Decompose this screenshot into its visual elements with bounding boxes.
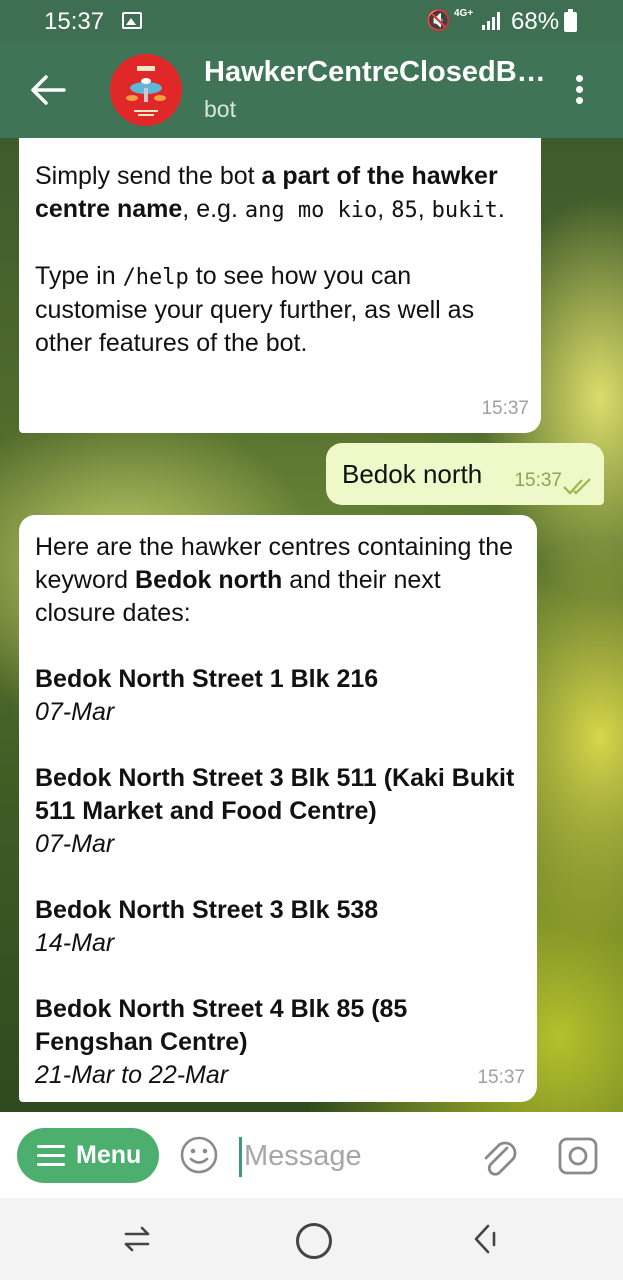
message-input-bar: Menu (0, 1112, 623, 1198)
text-span: , (377, 195, 392, 223)
code-example: bukit (431, 198, 498, 223)
chat-subtitle: bot (204, 96, 236, 122)
bot-menu-button[interactable]: Menu (17, 1128, 159, 1183)
recent-apps-icon[interactable] (120, 1222, 154, 1256)
hawker-centre-name: Bedok North Street 4 Blk 85 (85 Fengshan… (35, 995, 408, 1056)
text-cursor (239, 1137, 242, 1177)
message-input[interactable] (244, 1134, 464, 1178)
status-bar: 15:37 🔇 4G+ 68% (0, 0, 623, 42)
result-item: Bedok North Street 1 Blk 216 07-Mar (35, 663, 519, 729)
result-item: Bedok North Street 3 Blk 538 14-Mar (35, 894, 519, 960)
menu-button-label: Menu (76, 1141, 142, 1169)
message-text: Bedok north (342, 459, 483, 489)
code-example: 85 (391, 198, 418, 223)
closure-dates: 21-Mar to 22-Mar (35, 1061, 229, 1089)
home-icon[interactable] (296, 1223, 332, 1259)
chat-title[interactable]: HawkerCentreClosedB… (204, 56, 544, 89)
text-span: Simply send the bot (35, 162, 262, 190)
message-time: 15:37 (514, 470, 562, 491)
system-nav-bar (0, 1198, 623, 1280)
battery-level: 68% (511, 8, 560, 35)
hawker-centre-logo-icon (110, 54, 182, 126)
hawker-centre-name: Bedok North Street 3 Blk 511 (Kaki Bukit… (35, 764, 515, 825)
attach-icon[interactable] (477, 1134, 519, 1178)
network-type: 4G+ (454, 8, 474, 19)
closure-dates: 07-Mar (35, 830, 115, 858)
hamburger-icon (37, 1145, 65, 1167)
text-span: . (497, 195, 505, 223)
message-paragraph: Here are the hawker centres containing t… (35, 531, 519, 630)
incoming-message[interactable]: Here are the hawker centres containing t… (19, 515, 537, 1102)
code-example: ang mo kio (244, 198, 378, 223)
closure-dates: 14-Mar (35, 929, 115, 957)
bot-avatar[interactable] (110, 54, 182, 126)
camera-icon[interactable] (557, 1136, 599, 1176)
keyword-text: Bedok north (135, 566, 283, 594)
message-time: 15:37 (477, 1067, 525, 1088)
hawker-centre-name: Bedok North Street 3 Blk 538 (35, 896, 379, 924)
message-paragraph: Type in /help to see how you can customi… (35, 260, 523, 360)
text-span: , (417, 195, 432, 223)
message-paragraph: Simply send the bot a part of the hawker… (35, 160, 523, 227)
more-options-icon[interactable] (570, 72, 590, 108)
chat-header: HawkerCentreClosedB… bot (0, 42, 623, 138)
message-time: 15:37 (481, 398, 529, 419)
emoji-icon[interactable] (180, 1136, 218, 1174)
battery-icon (564, 9, 577, 32)
result-item: Bedok North Street 4 Blk 85 (85 Fengshan… (35, 993, 519, 1092)
outgoing-message[interactable]: Bedok north 15:37 (326, 443, 604, 505)
back-arrow-icon[interactable] (28, 72, 68, 108)
gallery-notification-icon (122, 12, 142, 29)
text-span: , e.g. (182, 195, 245, 223)
signal-icon (482, 12, 504, 30)
nav-back-icon[interactable] (470, 1222, 498, 1256)
closure-dates: 07-Mar (35, 698, 115, 726)
text-span: Type in (35, 262, 123, 290)
read-checkmarks-icon (563, 478, 591, 495)
hawker-centre-name: Bedok North Street 1 Blk 216 (35, 665, 379, 693)
chat-area[interactable]: Simply send the bot a part of the hawker… (0, 138, 623, 1112)
help-command-link[interactable]: /help (123, 265, 189, 290)
incoming-message[interactable]: Simply send the bot a part of the hawker… (19, 138, 541, 433)
status-time: 15:37 (44, 8, 105, 35)
result-item: Bedok North Street 3 Blk 511 (Kaki Bukit… (35, 762, 519, 861)
mute-icon: 🔇 (426, 10, 451, 32)
